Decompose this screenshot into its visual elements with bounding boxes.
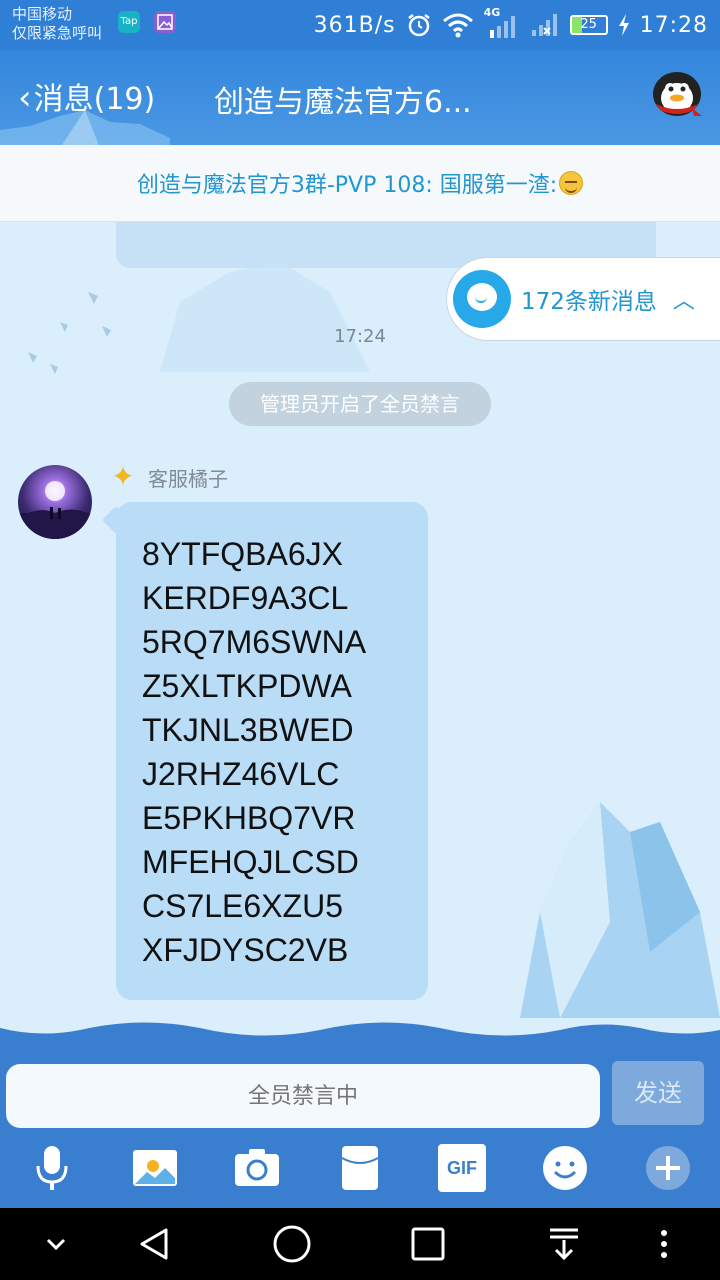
gif-icon[interactable]: GIF bbox=[438, 1144, 486, 1192]
charging-icon bbox=[618, 14, 629, 36]
chat-area[interactable]: 172条新消息 ︿ 17:24 管理员开启了全员禁言 ✦ 客服橘子 8YTFQB… bbox=[0, 222, 720, 1018]
message-bubble[interactable]: 8YTFQBA6JX KERDF9A3CL 5RQ7M6SWNA Z5XLTKP… bbox=[116, 502, 428, 1000]
chat-header: ‹消息(19) 创造与魔法官方6... bbox=[0, 50, 720, 145]
message-sender: ✦ 客服橘子 bbox=[108, 462, 228, 492]
input-toolbar: GIF bbox=[0, 1136, 720, 1208]
admin-star-icon: ✦ bbox=[111, 460, 135, 493]
code-line: J2RHZ46VLC bbox=[142, 756, 340, 792]
pinned-notice[interactable]: 创造与魔法官方3群-PVP 108: 国服第一渣: bbox=[0, 145, 720, 222]
chat-bubble-icon bbox=[453, 270, 511, 328]
back-button[interactable]: ‹消息(19) bbox=[18, 74, 155, 118]
signal-icon: 4G bbox=[484, 6, 520, 40]
status-indicators: 361B/s 4G 25 17:28 bbox=[313, 6, 708, 40]
avatar[interactable] bbox=[18, 465, 92, 539]
carrier-info: 中国移动 仅限紧急呼叫 bbox=[12, 5, 102, 43]
code-line: KERDF9A3CL bbox=[142, 580, 349, 616]
microphone-icon[interactable] bbox=[28, 1144, 76, 1192]
code-line: XFJDYSC2VB bbox=[142, 932, 349, 968]
back-triangle-icon[interactable] bbox=[136, 1224, 176, 1264]
system-message: 管理员开启了全员禁言 bbox=[229, 382, 491, 426]
emergency-only: 仅限紧急呼叫 bbox=[12, 24, 103, 42]
net-speed: 361B/s bbox=[313, 12, 396, 38]
notification-pull-down-icon[interactable] bbox=[544, 1224, 584, 1264]
plus-icon[interactable] bbox=[644, 1144, 692, 1192]
camera-icon[interactable] bbox=[233, 1144, 281, 1192]
sender-name: 客服橘子 bbox=[148, 466, 228, 491]
gallery-notification-icon bbox=[154, 11, 176, 33]
carrier-name: 中国移动 bbox=[12, 5, 73, 23]
red-packet-icon[interactable] bbox=[336, 1144, 384, 1192]
smiley-emoji-icon bbox=[559, 171, 584, 195]
recent-apps-icon[interactable] bbox=[408, 1224, 448, 1264]
code-line: CS7LE6XZU5 bbox=[142, 888, 343, 924]
battery-icon: 25 bbox=[569, 15, 608, 35]
notice-text: 创造与魔法官方3群-PVP 108: 国服第一渣: bbox=[136, 173, 558, 198]
system-navigation-bar bbox=[0, 1208, 720, 1280]
code-line: TKJNL3BWED bbox=[142, 712, 354, 748]
chevron-down-icon[interactable] bbox=[36, 1224, 76, 1264]
group-info-penguin-icon[interactable] bbox=[648, 68, 706, 118]
back-label: 消息(19) bbox=[33, 82, 156, 117]
faint-iceberg-decoration bbox=[160, 262, 370, 372]
code-line: MFEHQJLCSD bbox=[142, 844, 359, 880]
code-line: 5RQ7M6SWNA bbox=[142, 624, 367, 660]
code-line: E5PKHBQ7VR bbox=[142, 800, 356, 836]
clock: 17:28 bbox=[639, 12, 708, 38]
emoji-icon[interactable] bbox=[541, 1144, 589, 1192]
image-icon[interactable] bbox=[131, 1144, 179, 1192]
wave-decoration bbox=[0, 1018, 720, 1036]
home-circle-icon[interactable] bbox=[272, 1224, 312, 1264]
battery-level: 25 bbox=[580, 17, 597, 32]
send-button[interactable]: 发送 bbox=[612, 1061, 704, 1125]
chevron-up-icon: ︿ bbox=[672, 289, 695, 314]
alarm-icon bbox=[407, 14, 430, 37]
iceberg-decoration bbox=[520, 802, 720, 1018]
taptap-notification-icon: Tap bbox=[118, 11, 140, 33]
chevron-left-icon: ‹ bbox=[18, 78, 32, 118]
signal-no-sim-icon bbox=[531, 14, 557, 36]
chat-title: 创造与魔法官方6... bbox=[214, 85, 472, 120]
new-messages-count: 172条新消息 bbox=[521, 289, 657, 315]
input-area: 发送 GIF bbox=[0, 1018, 720, 1208]
code-line: 8YTFQBA6JX bbox=[142, 536, 343, 572]
more-options-icon[interactable] bbox=[644, 1224, 684, 1264]
message-input[interactable] bbox=[6, 1064, 600, 1128]
status-bar: 中国移动 仅限紧急呼叫 Tap 361B/s 4G 25 17:28 bbox=[0, 0, 720, 50]
wifi-icon bbox=[442, 13, 473, 38]
code-line: Z5XLTKPDWA bbox=[142, 668, 352, 704]
message-timestamp: 17:24 bbox=[334, 326, 386, 347]
